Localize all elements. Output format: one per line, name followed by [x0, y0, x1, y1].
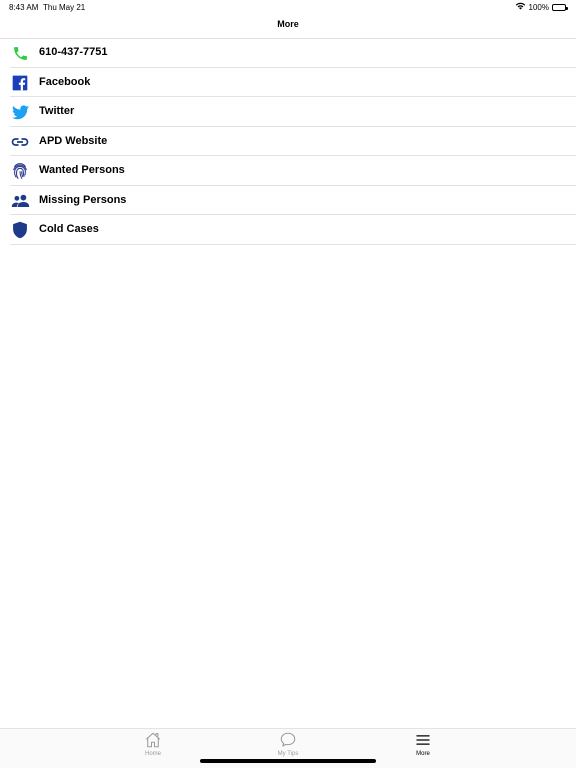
menu-item-label: Missing Persons	[39, 193, 127, 206]
more-menu-list: 610-437-7751 Facebook Twitter APD Websit…	[0, 38, 576, 245]
twitter-icon	[10, 102, 30, 122]
tab-my-tips[interactable]: My Tips	[258, 731, 318, 757]
menu-item-label: Facebook	[39, 75, 91, 88]
chat-bubble-icon	[279, 731, 297, 749]
menu-item-label: Wanted Persons	[39, 164, 125, 176]
menu-item-facebook[interactable]: Facebook	[0, 68, 576, 98]
tab-home[interactable]: Home	[123, 731, 183, 757]
status-time: 8:43 AM	[9, 3, 39, 12]
menu-item-apd-website[interactable]: APD Website	[0, 127, 576, 157]
facebook-icon	[10, 73, 30, 93]
battery-percent: 100%	[528, 2, 549, 12]
menu-item-cold-cases[interactable]: Cold Cases	[0, 215, 576, 245]
wifi-icon	[515, 2, 526, 12]
phone-icon	[10, 43, 30, 63]
menu-item-label: Twitter	[39, 105, 75, 117]
shield-icon	[10, 220, 30, 240]
page-title: More	[277, 19, 299, 29]
battery-icon	[552, 3, 568, 11]
menu-item-label: 610-437-7751	[39, 46, 108, 58]
status-indicators: 100%	[515, 2, 568, 12]
tab-label: My Tips	[277, 751, 299, 757]
menu-item-twitter[interactable]: Twitter	[0, 97, 576, 127]
home-icon	[144, 731, 162, 749]
menu-item-label: Cold Cases	[39, 223, 99, 235]
link-icon	[10, 132, 30, 152]
status-date: Thu May 21	[43, 3, 86, 12]
status-bar: 8:43 AM Thu May 21 100%	[0, 0, 576, 14]
home-indicator[interactable]	[200, 759, 376, 763]
tab-label: More	[416, 751, 430, 757]
people-icon	[10, 191, 30, 211]
menu-icon	[414, 731, 432, 749]
menu-item-label: APD Website	[39, 134, 108, 147]
fingerprint-icon	[10, 161, 30, 181]
menu-item-missing-persons[interactable]: Missing Persons	[0, 186, 576, 216]
menu-item-wanted-persons[interactable]: Wanted Persons	[0, 156, 576, 186]
tab-more[interactable]: More	[393, 731, 453, 757]
tab-label: Home	[144, 751, 161, 757]
menu-item-phone[interactable]: 610-437-7751	[0, 38, 576, 68]
